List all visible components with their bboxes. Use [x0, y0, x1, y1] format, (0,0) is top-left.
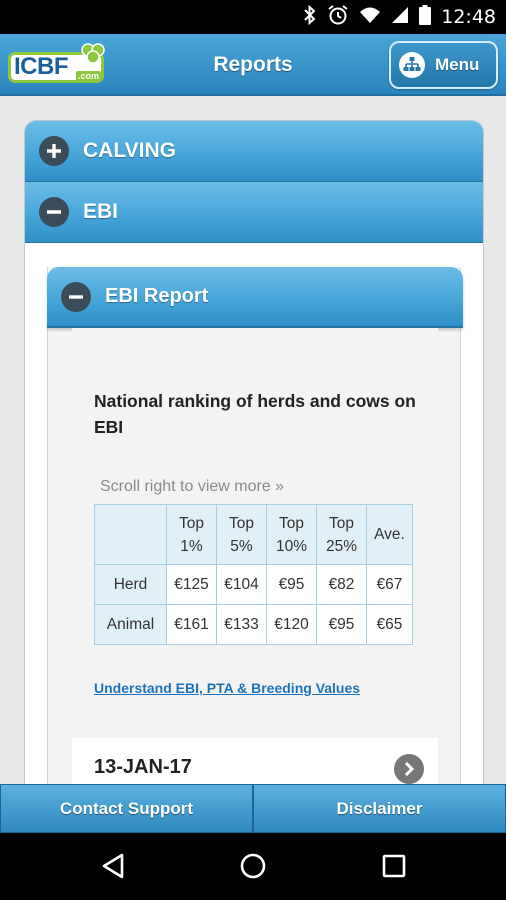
table-row-herd: Herd €125 €104 €95 €82 €67	[94, 564, 413, 605]
accordion-label: EBI Report	[105, 285, 209, 307]
logo-suffix: .com	[76, 71, 102, 81]
column-header: Top 1%	[166, 504, 217, 565]
report-date: 13-JAN-17	[94, 756, 192, 778]
minus-icon	[39, 197, 69, 227]
column-header: Top 5%	[216, 504, 267, 565]
table-cell: €133	[216, 604, 267, 645]
disclaimer-button[interactable]: Disclaimer	[253, 784, 506, 833]
back-icon[interactable]	[98, 851, 128, 881]
table-cell: €95	[316, 604, 367, 645]
row-header: Herd	[94, 564, 167, 605]
alarm-icon	[327, 4, 349, 30]
table-cell: €82	[316, 564, 367, 605]
home-icon[interactable]	[238, 851, 268, 881]
table-cell: €65	[366, 604, 413, 645]
table-cell: €104	[216, 564, 267, 605]
report-heading: National ranking of herds and cows on EB…	[94, 391, 416, 437]
table-cell: €125	[166, 564, 217, 605]
report-date-item[interactable]: 13-JAN-17	[72, 738, 438, 784]
column-header-pct: 25%	[325, 537, 358, 555]
icbf-logo[interactable]: ICBF .com	[8, 41, 105, 89]
menu-button[interactable]: Menu	[389, 41, 498, 89]
bluetooth-icon	[303, 4, 317, 29]
clock-time: 12:48	[441, 6, 496, 28]
reports-panel: CALVING EBI EBI Report National ranking …	[24, 120, 484, 784]
app-header: ICBF .com Reports Menu	[0, 34, 506, 96]
wifi-icon	[359, 6, 381, 28]
bottom-bar: Contact Support Disclaimer	[0, 784, 506, 833]
status-bar: 12:48	[0, 0, 506, 34]
column-header-pct: 1%	[180, 537, 203, 555]
chevron-right-icon	[394, 754, 424, 784]
content-area: CALVING EBI EBI Report National ranking …	[0, 96, 506, 784]
battery-icon	[419, 5, 432, 29]
column-header: Top 25%	[316, 504, 367, 565]
column-header: Top 10%	[266, 504, 317, 565]
row-header: Animal	[94, 604, 167, 645]
table-cell: €95	[266, 564, 317, 605]
accordion-ebi[interactable]: EBI	[25, 182, 483, 243]
column-header-word: Top	[329, 514, 354, 532]
accordion-label: CALVING	[83, 139, 176, 162]
clover-icon	[81, 43, 105, 64]
table-cell: €161	[166, 604, 217, 645]
ebi-report-section: EBI Report National ranking of herds and…	[47, 267, 463, 784]
table-cell: €67	[366, 564, 413, 605]
table-cell: €120	[266, 604, 317, 645]
contact-support-button[interactable]: Contact Support	[0, 784, 253, 833]
column-header-pct: 5%	[230, 537, 253, 555]
signal-icon	[391, 6, 409, 28]
table-row-animal: Animal €161 €133 €120 €95 €65	[94, 604, 413, 645]
menu-label: Menu	[435, 55, 480, 74]
scroll-hint: Scroll right to view more »	[100, 478, 285, 495]
column-header-word: Top	[229, 514, 254, 532]
accordion-ebi-report[interactable]: EBI Report	[47, 267, 463, 328]
table-header-row: Top 1% Top 5% Top 10% Top 25% Ave.	[94, 504, 413, 565]
column-header: Ave.	[366, 504, 413, 565]
plus-icon	[39, 136, 69, 166]
recents-icon[interactable]	[379, 851, 409, 881]
accordion-calving[interactable]: CALVING	[25, 121, 483, 182]
column-header-pct: 10%	[275, 537, 308, 555]
table-corner-cell	[94, 504, 167, 565]
understand-ebi-link[interactable]: Understand EBI, PTA & Breeding Values	[94, 680, 360, 696]
report-card: National ranking of herds and cows on EB…	[72, 328, 438, 696]
sitemap-icon	[399, 52, 425, 78]
system-nav-bar	[0, 833, 506, 900]
minus-icon	[61, 281, 91, 312]
accordion-label: EBI	[83, 200, 119, 223]
ebi-ranking-table[interactable]: Top 1% Top 5% Top 10% Top 25% Ave. Herd €125…	[94, 504, 413, 645]
logo-text: ICBF	[14, 53, 69, 80]
column-header-word: Top	[179, 514, 204, 532]
column-header-word: Top	[279, 514, 304, 532]
